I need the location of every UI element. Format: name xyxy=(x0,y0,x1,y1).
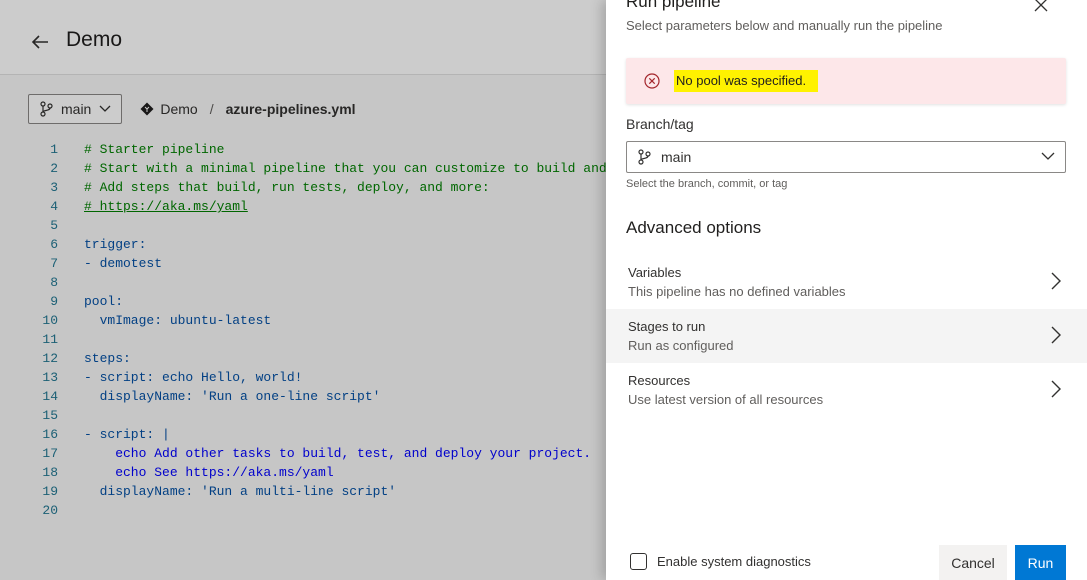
run-pipeline-panel: Run pipeline Select parameters below and… xyxy=(606,0,1087,580)
branch-tag-select[interactable]: main xyxy=(626,141,1066,173)
chevron-right-icon xyxy=(1051,272,1061,290)
chevron-right-icon xyxy=(1051,326,1061,344)
error-message-text: No pool was specified. xyxy=(674,70,819,92)
option-title: Resources xyxy=(628,373,691,388)
option-subtitle: Run as configured xyxy=(628,338,734,353)
diagnostics-label[interactable]: Enable system diagnostics xyxy=(657,554,811,569)
cancel-button[interactable]: Cancel xyxy=(939,545,1007,580)
option-variables[interactable]: Variables This pipeline has no defined v… xyxy=(606,255,1087,309)
run-button[interactable]: Run xyxy=(1015,545,1066,580)
chevron-right-icon xyxy=(1051,380,1061,398)
branch-tag-hint: Select the branch, commit, or tag xyxy=(626,178,788,190)
chevron-down-icon xyxy=(1041,152,1055,160)
error-icon xyxy=(644,73,660,89)
advanced-options-heading: Advanced options xyxy=(626,218,762,237)
option-title: Stages to run xyxy=(628,319,706,334)
error-message-bar: No pool was specified. xyxy=(626,58,1066,104)
branch-icon xyxy=(638,149,651,165)
branch-tag-label: Branch/tag xyxy=(626,116,694,132)
diagnostics-checkbox[interactable] xyxy=(630,553,647,570)
option-subtitle: Use latest version of all resources xyxy=(628,392,824,407)
option-stages-to-run[interactable]: Stages to run Run as configured xyxy=(606,309,1087,363)
option-subtitle: This pipeline has no defined variables xyxy=(628,284,846,299)
panel-subtitle: Select parameters below and manually run… xyxy=(626,18,943,33)
option-resources[interactable]: Resources Use latest version of all reso… xyxy=(606,363,1087,417)
option-title: Variables xyxy=(628,265,682,280)
panel-title: Run pipeline xyxy=(626,0,721,11)
branch-tag-value: main xyxy=(661,149,692,165)
close-icon[interactable] xyxy=(1030,0,1052,16)
